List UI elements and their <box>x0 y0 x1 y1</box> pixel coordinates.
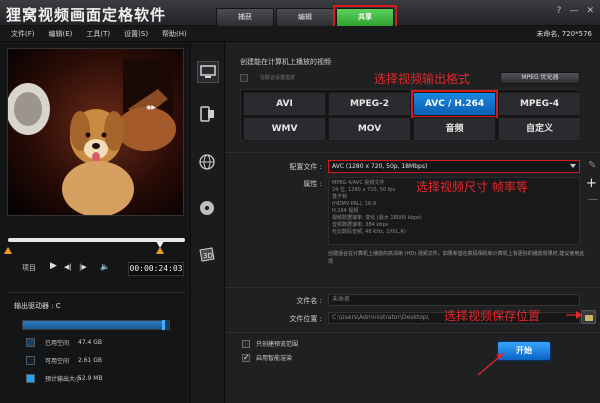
browse-folder-icon[interactable] <box>581 310 596 324</box>
upload-option-label: 在联合设置指定 <box>260 75 296 81</box>
minimize-icon[interactable]: — <box>569 6 578 16</box>
next-frame-icon[interactable]: |▶ <box>79 263 87 271</box>
title-bar: 狸窝视频画面定格软件 捕获 编辑 共享 ? — ✕ <box>0 0 600 29</box>
menu-bar: 文件(F) 编辑(E) 工具(T) 设置(S) 帮助(H) 未命名, 720*5… <box>0 26 600 42</box>
properties-label: 属性 : <box>303 180 322 188</box>
annotation-format: 选择视频输出格式 <box>374 72 471 86</box>
drive-usage-bar <box>22 320 170 330</box>
menu-tools[interactable]: 工具(T) <box>79 28 117 40</box>
svg-text:◉▶: ◉▶ <box>146 104 156 111</box>
legend-swatch <box>26 356 35 365</box>
format-avi[interactable]: AVI <box>243 92 326 116</box>
computer-video-icon[interactable] <box>197 61 219 83</box>
property-line: H.264 视频 <box>332 208 359 214</box>
arrow-annotation <box>477 352 505 376</box>
annotation-location: 选择视频保存位置 <box>444 309 541 323</box>
drive-usage-fill <box>23 321 162 329</box>
preview-only-checkbox[interactable] <box>242 339 250 348</box>
property-line: (HDMV-PAL), 16:9 <box>332 201 377 207</box>
output-drive-label: 输出驱动器 : C <box>14 302 61 310</box>
legend-swatch <box>26 374 35 383</box>
disc-icon[interactable] <box>197 198 219 220</box>
upload-option-checkbox[interactable] <box>240 74 248 82</box>
filename-label: 文件名 : <box>296 297 322 305</box>
tab-share[interactable]: 共享 <box>333 5 397 29</box>
format-avc-h264[interactable]: AVC / H.264 <box>411 90 498 118</box>
preview-only-option[interactable]: 只创建预览范围 <box>242 339 298 348</box>
profile-select-value: AVC (1280 x 720, 50p, 18Mbps) <box>332 163 428 170</box>
profile-select[interactable]: AVC (1280 x 720, 50p, 18Mbps) <box>328 160 580 173</box>
legend-used: 已用空间 47.4 GB <box>26 338 102 347</box>
property-line: 基于帧 <box>332 194 348 200</box>
edit-profile-icon[interactable]: ✎ <box>588 160 596 171</box>
divider <box>226 332 600 333</box>
menu-help[interactable]: 帮助(H) <box>155 28 194 40</box>
close-icon[interactable]: ✕ <box>586 6 594 16</box>
video-preview: ◉▶ <box>7 48 184 216</box>
window-controls: ? — ✕ <box>557 6 594 16</box>
profile-label: 配置文件 : <box>289 163 322 171</box>
annotation-size: 选择视频尺寸 帧率等 <box>416 180 528 194</box>
mobile-device-icon[interactable] <box>197 104 219 126</box>
svg-text:3D: 3D <box>203 252 213 260</box>
divider <box>226 152 600 153</box>
mode-tabs: 捕获 编辑 共享 <box>216 5 397 29</box>
tab-capture[interactable]: 捕获 <box>216 8 274 26</box>
app-title: 狸窝视频画面定格软件 <box>6 6 167 24</box>
smart-render-option[interactable]: ✓ 启用智能渲染 <box>242 353 292 362</box>
format-audio[interactable]: 音频 <box>413 117 496 141</box>
preview-frame-image: ◉▶ <box>8 49 183 215</box>
trim-end-marker[interactable] <box>156 247 164 254</box>
format-mov[interactable]: MOV <box>328 117 411 141</box>
play-icon[interactable]: ▶ <box>50 261 57 271</box>
smart-render-checkbox[interactable]: ✓ <box>242 353 250 362</box>
volume-icon[interactable]: 🔈 <box>100 262 110 271</box>
share-category-column: 3D <box>191 42 225 403</box>
help-icon[interactable]: ? <box>557 6 562 16</box>
legend-free: 可用空间 2.61 GB <box>26 356 102 365</box>
format-mpeg2[interactable]: MPEG-2 <box>328 92 411 116</box>
legend-swatch <box>26 338 35 347</box>
format-grid: AVI MPEG-2 AVC / H.264 MPEG-4 WMV MOV 音频… <box>240 89 581 141</box>
arrow-annotation <box>566 311 582 319</box>
format-custom[interactable]: 自定义 <box>498 117 581 141</box>
filename-field[interactable]: 未命名 <box>328 294 580 306</box>
remove-profile-icon[interactable]: — <box>588 194 598 205</box>
location-label: 文件位置 : <box>289 315 322 323</box>
profile-description: 创建适合在计算机上播放的高清晰 (HD) 视频文件。如果希望在数码相机和计算机上… <box>328 251 585 265</box>
property-line: 视频数据速率: 变化 (最大 18000 kbps) <box>332 215 422 221</box>
share-main-panel: 创建能在计算机上播放的视频 在联合设置指定 MPEG 优化器 AVI MPEG-… <box>226 42 600 403</box>
prev-frame-icon[interactable]: ◀| <box>64 263 72 271</box>
chevron-down-icon <box>570 164 576 168</box>
trim-start-marker[interactable] <box>4 247 12 254</box>
format-wmv[interactable]: WMV <box>243 117 326 141</box>
section-title: 创建能在计算机上播放的视频 <box>240 58 331 66</box>
add-profile-icon[interactable]: + <box>586 176 597 191</box>
mpeg-optimizer-button[interactable]: MPEG 优化器 <box>500 72 580 84</box>
timecode-display[interactable]: 00:00:24:03 <box>128 262 184 276</box>
tab-edit[interactable]: 编辑 <box>276 8 334 26</box>
menu-edit[interactable]: 编辑(E) <box>42 28 80 40</box>
3d-video-icon[interactable]: 3D <box>197 244 219 266</box>
menu-file[interactable]: 文件(F) <box>4 28 42 40</box>
legend-estimated: 预计输出大小 52.9 MB <box>26 374 103 383</box>
property-line: 音频数据速率: 384 kbps <box>332 222 389 228</box>
divider <box>226 287 600 288</box>
project-name: 未命名, 720*576 <box>536 30 592 38</box>
property-line: 杜比数码音频, 48 KHz, 2/0(L,R) <box>332 229 406 235</box>
format-mpeg4[interactable]: MPEG-4 <box>498 92 581 116</box>
left-panel: ◉▶ 项目 ▶ ◀| |▶ 🔈 00:00:24:03 输出驱动器 : C 已用… <box>0 42 191 403</box>
menu-settings[interactable]: 设置(S) <box>117 28 155 40</box>
estimated-output-tick <box>162 320 165 330</box>
items-label: 项目 <box>22 264 36 272</box>
web-globe-icon[interactable] <box>197 152 219 174</box>
